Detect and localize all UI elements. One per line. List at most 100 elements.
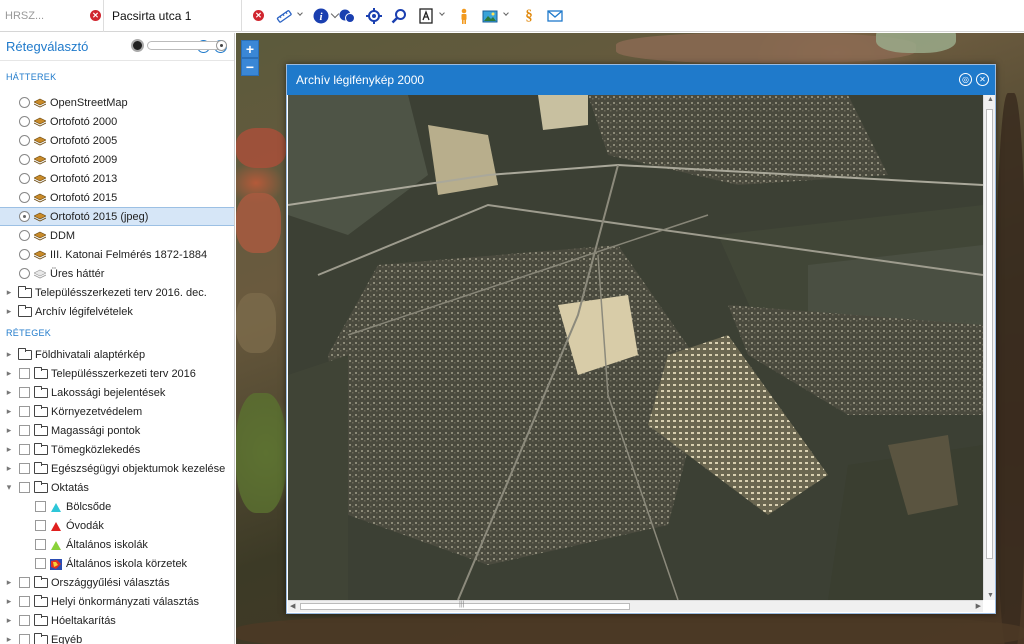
background-radio[interactable]	[19, 268, 30, 279]
scroll-left-icon[interactable]: ◀	[290, 602, 295, 610]
measure-icon[interactable]	[276, 8, 292, 24]
background-option[interactable]: Ortofotó 2000	[0, 112, 234, 131]
background-folder[interactable]: ▸ Településszerkezeti terv 2016. dec.	[0, 283, 234, 302]
layer-group[interactable]: ▸ Településszerkezeti terv 2016	[0, 364, 234, 383]
zoom-out-button[interactable]: −	[241, 58, 259, 76]
layer-group[interactable]: ▸ Tömegközlekedés	[0, 440, 234, 459]
background-option[interactable]: OpenStreetMap	[0, 93, 234, 112]
zoom-in-button[interactable]: +	[241, 40, 259, 58]
layer-group[interactable]: ▸ Hóeltakarítás	[0, 611, 234, 630]
layer-checkbox[interactable]	[35, 539, 46, 550]
background-option[interactable]: Ortofotó 2015	[0, 188, 234, 207]
background-radio[interactable]	[19, 116, 30, 127]
horizontal-scroll-thumb[interactable]: |||	[300, 601, 630, 610]
layer-checkbox[interactable]	[19, 596, 30, 607]
aerial-photo[interactable]	[288, 95, 983, 600]
hrsz-clear-icon[interactable]: ✕	[90, 10, 101, 21]
background-option[interactable]: Ortofotó 2013	[0, 169, 234, 188]
layer-group[interactable]: ▸ Országgyűlési választás	[0, 573, 234, 592]
layer-checkbox[interactable]	[19, 482, 30, 493]
background-option[interactable]: Ortofotó 2005	[0, 131, 234, 150]
chevron-down-icon[interactable]	[330, 9, 340, 18]
vertical-scroll-thumb[interactable]	[986, 109, 993, 559]
hrsz-input[interactable]	[5, 9, 85, 22]
layer-item[interactable]: Bölcsőde	[0, 497, 234, 516]
background-radio[interactable]	[19, 249, 30, 260]
scroll-down-icon[interactable]: ▼	[987, 592, 994, 599]
address-select[interactable]: Pacsirta utca 1	[104, 0, 340, 32]
close-icon[interactable]: ✕	[976, 73, 989, 86]
layer-checkbox[interactable]	[19, 368, 30, 379]
expand-icon[interactable]: ▸	[4, 577, 14, 588]
scroll-up-icon[interactable]: ▲	[987, 96, 994, 103]
layer-item[interactable]: Óvodák	[0, 516, 234, 535]
background-option[interactable]: DDM	[0, 226, 234, 245]
info-icon[interactable]: i	[313, 8, 329, 24]
layer-checkbox[interactable]	[19, 615, 30, 626]
vertical-scrollbar[interactable]: ▲ ▼	[983, 95, 995, 600]
scroll-right-icon[interactable]: ▶	[976, 602, 981, 610]
map-export-dropdown-icon[interactable]	[503, 10, 509, 16]
background-radio[interactable]	[19, 211, 30, 222]
locate-icon[interactable]	[366, 8, 382, 24]
layer-group[interactable]: ▸ Magassági pontok	[0, 421, 234, 440]
background-radio[interactable]	[19, 230, 30, 241]
identify-icon[interactable]	[339, 8, 355, 24]
expand-icon[interactable]: ▸	[4, 615, 14, 626]
background-radio[interactable]	[19, 135, 30, 146]
expand-icon[interactable]: ▸	[4, 634, 14, 644]
horizontal-scrollbar[interactable]: ◀ ||| ▶	[288, 600, 983, 612]
layer-group[interactable]: ▾ Oktatás	[0, 478, 234, 497]
layer-checkbox[interactable]	[35, 520, 46, 531]
expand-icon[interactable]: ▸	[4, 463, 14, 474]
expand-icon[interactable]: ▸	[4, 368, 14, 379]
background-radio[interactable]	[19, 192, 30, 203]
paragraph-icon[interactable]: §	[521, 8, 537, 24]
print-dropdown-icon[interactable]	[439, 10, 445, 16]
pin-icon[interactable]: ◎	[959, 73, 972, 86]
opacity-slider[interactable]	[147, 40, 227, 51]
layer-checkbox[interactable]	[19, 387, 30, 398]
background-option[interactable]: Ortofotó 2009	[0, 150, 234, 169]
background-radio[interactable]	[19, 173, 30, 184]
background-option[interactable]: Üres háttér	[0, 264, 234, 283]
search-icon[interactable]	[391, 8, 407, 24]
layer-checkbox[interactable]	[19, 634, 30, 644]
person-icon[interactable]	[456, 8, 472, 24]
layer-group[interactable]: ▸ Egyéb	[0, 630, 234, 644]
layer-checkbox[interactable]	[19, 444, 30, 455]
address-clear-icon[interactable]: ✕	[253, 10, 264, 21]
layer-group[interactable]: ▸ Környezetvédelem	[0, 402, 234, 421]
expand-icon[interactable]: ▸	[4, 349, 14, 360]
background-radio[interactable]	[19, 154, 30, 165]
map-export-icon[interactable]	[482, 8, 498, 24]
layer-checkbox[interactable]	[35, 501, 46, 512]
mail-icon[interactable]	[547, 8, 563, 24]
background-option[interactable]: Ortofotó 2015 (jpeg)	[0, 207, 234, 226]
layer-checkbox[interactable]	[19, 577, 30, 588]
layer-group[interactable]: ▸ Helyi önkormányzati választás	[0, 592, 234, 611]
expand-icon[interactable]: ▸	[4, 387, 14, 398]
expand-icon[interactable]: ▸	[4, 596, 14, 607]
background-folder[interactable]: ▸ Archív légifelvételek	[0, 302, 234, 321]
measure-dropdown-icon[interactable]	[297, 10, 303, 16]
background-option[interactable]: III. Katonai Felmérés 1872-1884	[0, 245, 234, 264]
collapse-icon[interactable]: ▾	[4, 482, 14, 493]
expand-icon[interactable]: ▸	[4, 306, 14, 317]
expand-icon[interactable]: ▸	[4, 425, 14, 436]
layer-group[interactable]: ▸ Földhivatali alaptérkép	[0, 345, 234, 364]
layer-checkbox[interactable]	[19, 463, 30, 474]
expand-icon[interactable]: ▸	[4, 444, 14, 455]
layer-group[interactable]: ▸ Lakossági bejelentések	[0, 383, 234, 402]
layer-item[interactable]: Általános iskolák	[0, 535, 234, 554]
layer-group[interactable]: ▸ Egészségügyi objektumok kezelése	[0, 459, 234, 478]
expand-icon[interactable]: ▸	[4, 287, 14, 298]
layer-checkbox[interactable]	[19, 425, 30, 436]
opacity-slider-thumb[interactable]	[216, 40, 227, 51]
layer-item[interactable]: Általános iskola körzetek	[0, 554, 234, 573]
layer-checkbox[interactable]	[19, 406, 30, 417]
print-icon[interactable]	[418, 8, 434, 24]
background-radio[interactable]	[19, 97, 30, 108]
layer-checkbox[interactable]	[35, 558, 46, 569]
expand-icon[interactable]: ▸	[4, 406, 14, 417]
